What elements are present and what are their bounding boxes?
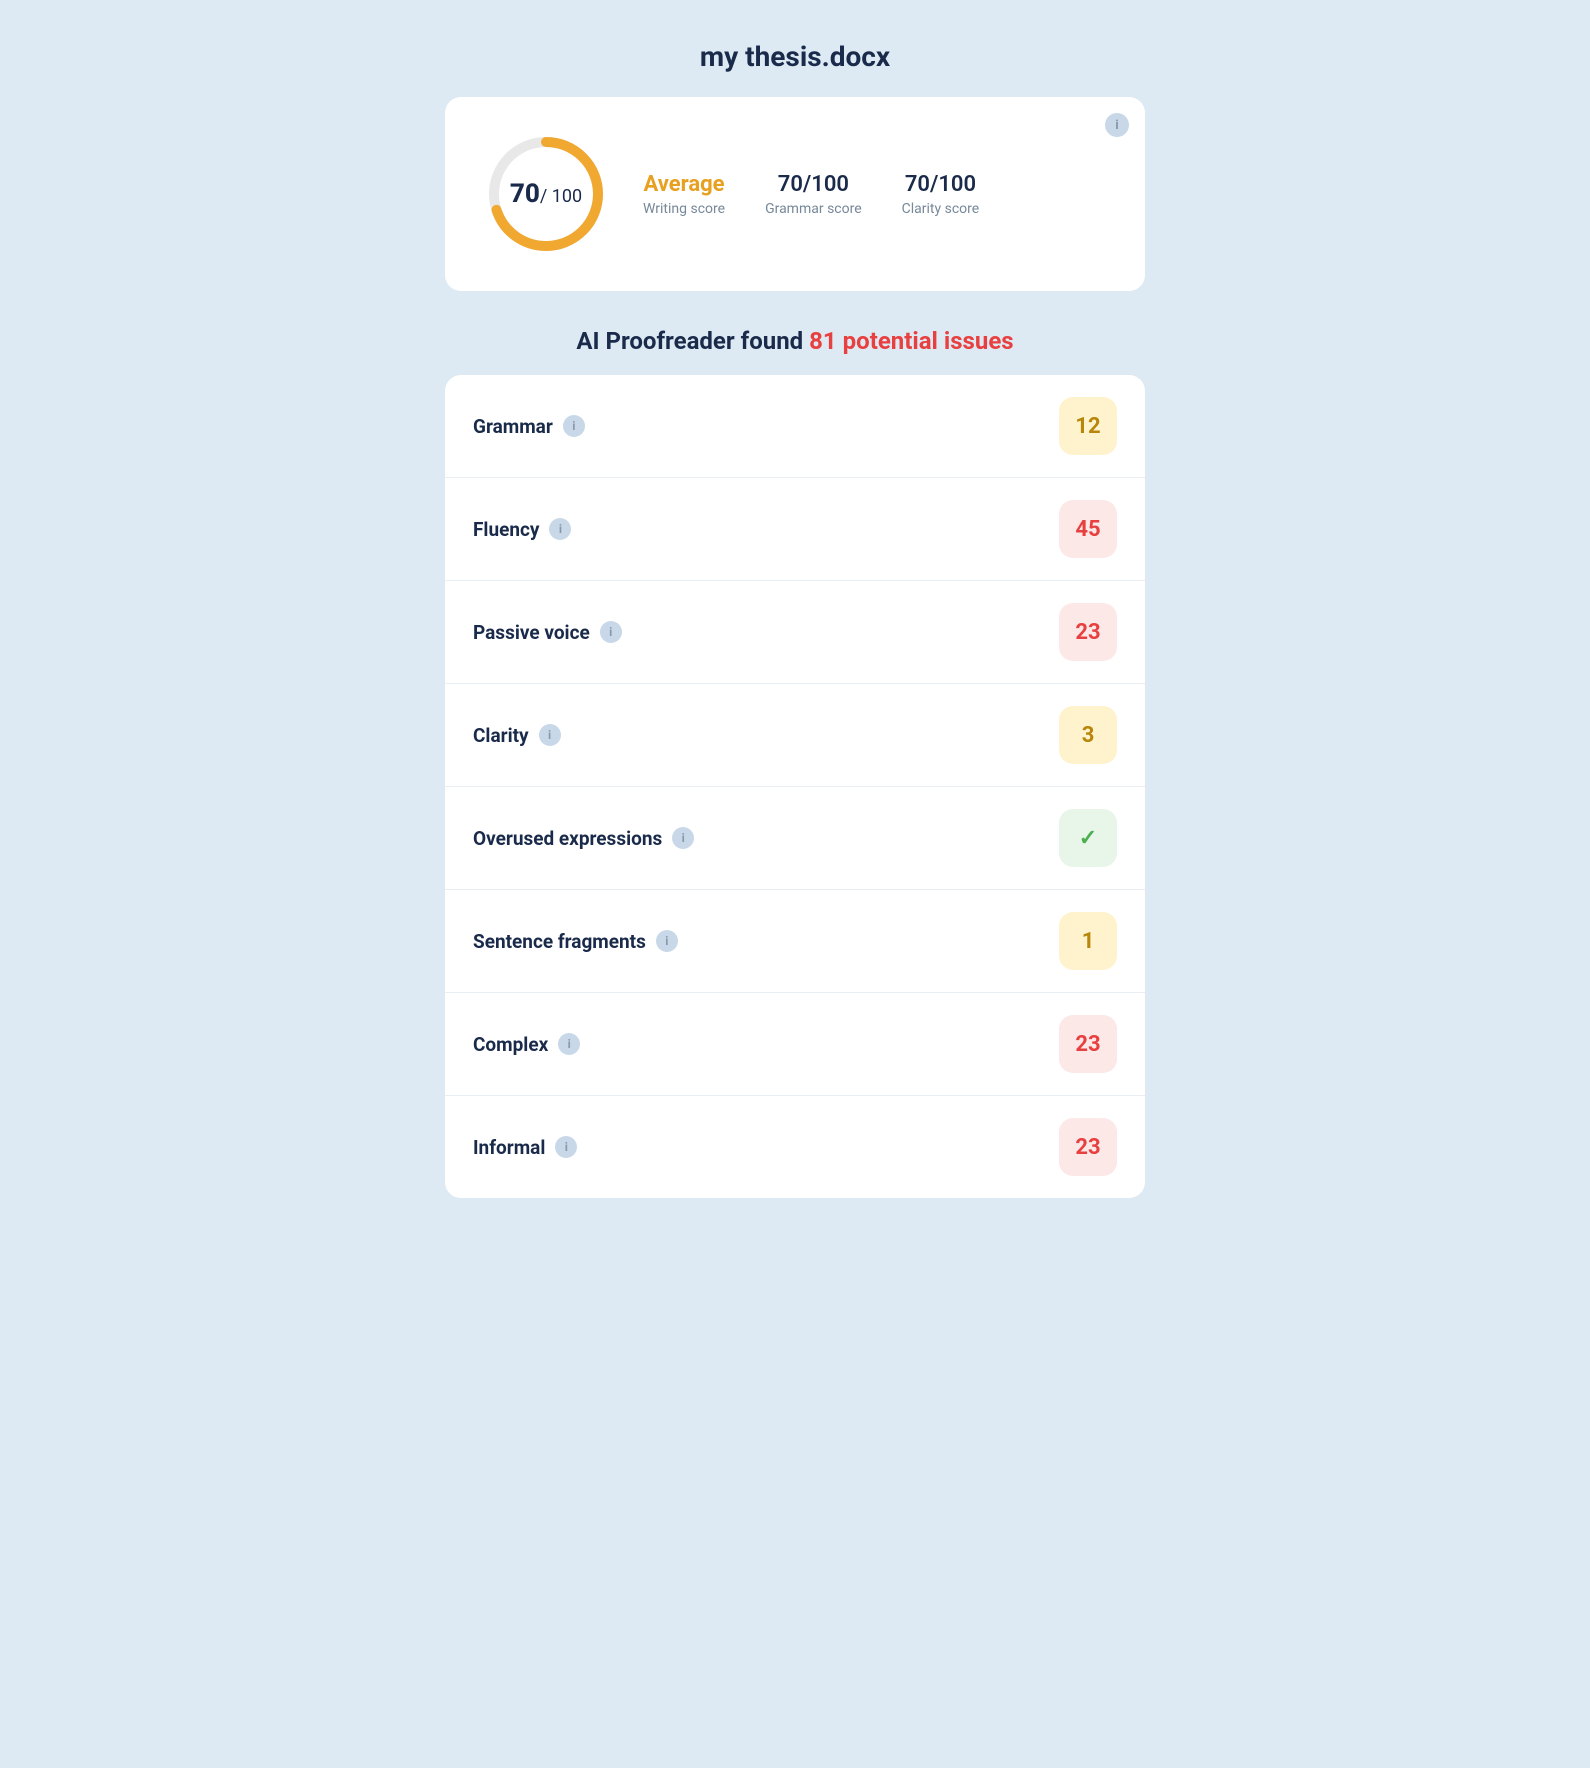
issue-badge: 3 — [1059, 706, 1117, 764]
info-icon[interactable]: i — [656, 930, 678, 952]
info-icon[interactable]: i — [558, 1033, 580, 1055]
donut-total: / 100 — [540, 186, 582, 207]
issue-badge: 23 — [1059, 1015, 1117, 1073]
issue-row[interactable]: Passive voice i 23 — [445, 581, 1145, 684]
score-card: i 70/ 100 Average Writing score 70/100 G… — [445, 97, 1145, 291]
clarity-sublabel: Clarity score — [902, 201, 980, 217]
issue-label: Sentence fragments i — [473, 930, 678, 953]
proofreader-count: 81 potential issues — [809, 327, 1013, 355]
proofreader-heading: AI Proofreader found 81 potential issues — [445, 327, 1145, 355]
issue-row[interactable]: Complex i 23 — [445, 993, 1145, 1096]
issue-label-text: Sentence fragments — [473, 930, 646, 953]
issue-row[interactable]: Sentence fragments i 1 — [445, 890, 1145, 993]
checkmark-icon: ✓ — [1079, 826, 1097, 851]
issue-badge: 1 — [1059, 912, 1117, 970]
issue-badge: ✓ — [1059, 809, 1117, 867]
issue-label: Overused expressions i — [473, 827, 694, 850]
info-icon[interactable]: i — [563, 415, 585, 437]
writing-label: Average — [644, 172, 725, 197]
info-icon[interactable]: i — [555, 1136, 577, 1158]
proofreader-prefix: AI Proofreader found — [576, 327, 809, 355]
issue-badge: 45 — [1059, 500, 1117, 558]
issue-badge: 12 — [1059, 397, 1117, 455]
info-icon[interactable]: i — [672, 827, 694, 849]
issue-label: Passive voice i — [473, 621, 622, 644]
grammar-value: 70/100 — [778, 172, 849, 197]
donut-chart: 70/ 100 — [481, 129, 611, 259]
info-icon-button[interactable]: i — [1105, 113, 1129, 137]
issue-label: Grammar i — [473, 415, 585, 438]
issue-badge: 23 — [1059, 1118, 1117, 1176]
issue-label-text: Complex — [473, 1033, 548, 1056]
writing-metric: Average Writing score — [643, 172, 725, 217]
grammar-sublabel: Grammar score — [765, 201, 862, 217]
issue-label: Fluency i — [473, 518, 571, 541]
issue-label-text: Overused expressions — [473, 827, 662, 850]
info-icon[interactable]: i — [539, 724, 561, 746]
grammar-metric: 70/100 Grammar score — [765, 172, 862, 217]
issue-label-text: Passive voice — [473, 621, 590, 644]
donut-center: 70/ 100 — [510, 179, 582, 209]
clarity-metric: 70/100 Clarity score — [902, 172, 980, 217]
clarity-value: 70/100 — [905, 172, 976, 197]
issue-badge: 23 — [1059, 603, 1117, 661]
main-container: my thesis.docx i 70/ 100 Average Writing… — [445, 40, 1145, 1198]
issue-row[interactable]: Fluency i 45 — [445, 478, 1145, 581]
issue-row[interactable]: Clarity i 3 — [445, 684, 1145, 787]
issue-label-text: Grammar — [473, 415, 553, 438]
issue-label-text: Fluency — [473, 518, 539, 541]
issue-label-text: Clarity — [473, 724, 529, 747]
score-metrics: Average Writing score 70/100 Grammar sco… — [643, 172, 979, 217]
info-icon[interactable]: i — [600, 621, 622, 643]
writing-sublabel: Writing score — [643, 201, 725, 217]
issue-row[interactable]: Grammar i 12 — [445, 375, 1145, 478]
issue-row[interactable]: Informal i 23 — [445, 1096, 1145, 1198]
info-icon[interactable]: i — [549, 518, 571, 540]
issue-row[interactable]: Overused expressions i ✓ — [445, 787, 1145, 890]
issue-label: Complex i — [473, 1033, 580, 1056]
issue-label-text: Informal — [473, 1136, 545, 1159]
page-title: my thesis.docx — [445, 40, 1145, 73]
issues-list: Grammar i 12 Fluency i 45 Passive voice i 23 Clar… — [445, 375, 1145, 1198]
issue-label: Informal i — [473, 1136, 577, 1159]
issue-label: Clarity i — [473, 724, 561, 747]
donut-score: 70 — [510, 179, 540, 209]
